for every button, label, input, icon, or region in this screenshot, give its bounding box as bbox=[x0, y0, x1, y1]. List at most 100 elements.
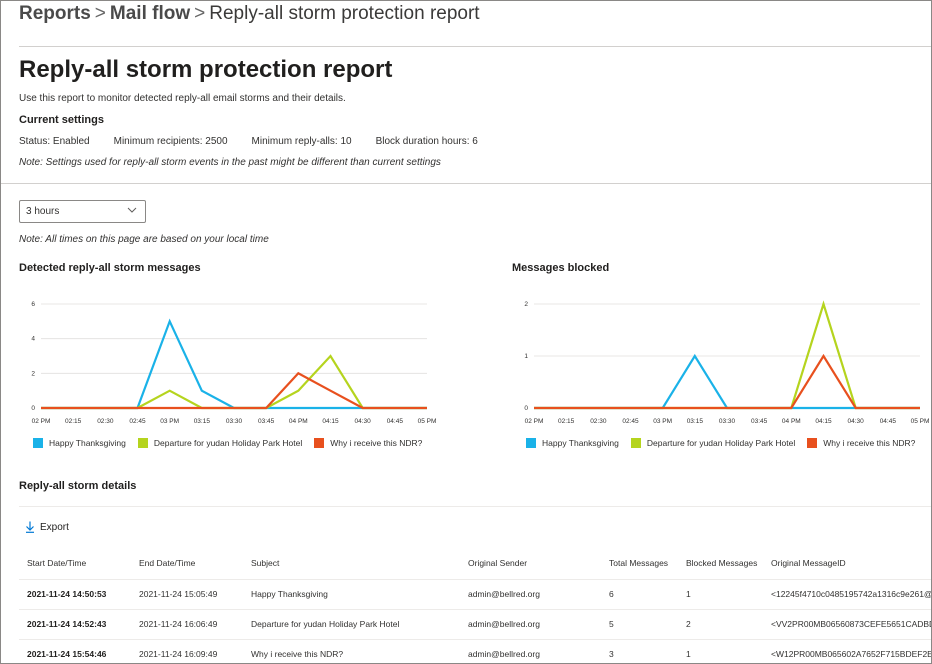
column-header-end-time[interactable]: End Date/Time bbox=[131, 547, 243, 580]
report-page: Reports > Mail flow > Reply-all storm protec… bbox=[0, 0, 932, 664]
cell-total-messages: 5 bbox=[601, 609, 678, 640]
x-tick-label: 03:15 bbox=[194, 418, 211, 425]
chevron-down-icon bbox=[127, 207, 137, 213]
x-tick-label: 04:30 bbox=[848, 418, 865, 425]
legend-item-happy-thanksgiving[interactable]: Happy Thanksgiving bbox=[526, 438, 619, 448]
chart-title-detected: Detected reply-all storm messages bbox=[19, 262, 201, 274]
setting-block-duration: Block duration hours: 6 bbox=[375, 136, 478, 147]
legend-item-departure[interactable]: Departure for yudan Holiday Park Hotel bbox=[630, 438, 796, 448]
settings-row: Status: Enabled Minimum recipients: 2500… bbox=[19, 136, 502, 147]
page-title: Reply-all storm protection report bbox=[19, 56, 393, 83]
legend-item-ndr[interactable]: Why i receive this NDR? bbox=[314, 438, 422, 448]
cell-subject: Happy Thanksgiving bbox=[243, 579, 460, 610]
chart-title-blocked: Messages blocked bbox=[512, 262, 610, 274]
table-row[interactable]: 2021-11-24 15:54:46 2021-11-24 16:09:49 … bbox=[19, 639, 931, 663]
y-tick-label: 0 bbox=[31, 405, 35, 412]
breadcrumb-reports-link[interactable]: Reports bbox=[19, 3, 91, 24]
column-header-blocked-messages[interactable]: Blocked Messages bbox=[678, 547, 763, 580]
legend-label: Departure for yudan Holiday Park Hotel bbox=[646, 438, 796, 448]
y-tick-label: 4 bbox=[31, 336, 35, 343]
column-header-sender[interactable]: Original Sender bbox=[460, 547, 601, 580]
y-tick-label: 1 bbox=[524, 353, 528, 360]
settings-divider bbox=[1, 183, 931, 184]
legend-swatch bbox=[807, 438, 818, 448]
cell-sender: admin@bellred.org bbox=[460, 639, 601, 663]
detected-messages-chart: 0 2 4 6 02 PM 02:15 02:30 02:45 03 PM 03:15 03:30 0… bbox=[31, 301, 437, 425]
setting-minimum-reply-alls: Minimum reply-alls: 10 bbox=[251, 136, 352, 147]
legend-label: Why i receive this NDR? bbox=[823, 438, 916, 448]
cell-start-time: 2021-11-24 15:54:46 bbox=[19, 639, 131, 663]
page-description: Use this report to monitor detected repl… bbox=[19, 93, 346, 104]
cell-blocked-messages: 2 bbox=[678, 609, 763, 640]
table-row[interactable]: 2021-11-24 14:50:53 2021-11-24 15:05:49 … bbox=[19, 579, 931, 610]
column-header-total-messages[interactable]: Total Messages bbox=[601, 547, 678, 580]
cell-total-messages: 6 bbox=[601, 579, 678, 610]
column-header-message-id[interactable]: Original MessageID bbox=[763, 547, 931, 580]
x-tick-label: 04:30 bbox=[355, 418, 372, 425]
x-tick-label: 03:15 bbox=[687, 418, 704, 425]
setting-status: Status: Enabled bbox=[19, 136, 90, 147]
current-settings-heading: Current settings bbox=[19, 114, 104, 126]
legend-label: Happy Thanksgiving bbox=[49, 438, 126, 448]
header-divider bbox=[19, 46, 931, 47]
x-tick-label: 02:30 bbox=[97, 418, 114, 425]
table-header-row: Start Date/Time End Date/Time Subject Or… bbox=[19, 547, 931, 580]
details-divider bbox=[19, 506, 931, 507]
legend-item-departure[interactable]: Departure for yudan Holiday Park Hotel bbox=[137, 438, 302, 448]
breadcrumb: Reports > Mail flow > Reply-all storm protec… bbox=[19, 3, 480, 25]
x-tick-label: 05 PM bbox=[418, 418, 437, 425]
setting-minimum-recipients: Minimum recipients: 2500 bbox=[113, 136, 228, 147]
cell-message-id: <VV2PR00MB06560873CEFE5651CADBD47 bbox=[763, 609, 931, 640]
x-tick-label: 04:45 bbox=[387, 418, 404, 425]
y-tick-label: 2 bbox=[524, 301, 528, 308]
x-tick-label: 04:45 bbox=[880, 418, 897, 425]
cell-subject: Why i receive this NDR? bbox=[243, 639, 460, 663]
export-label: Export bbox=[40, 521, 69, 533]
x-tick-label: 02:45 bbox=[622, 418, 639, 425]
x-tick-label: 02 PM bbox=[32, 418, 51, 425]
legend-item-ndr[interactable]: Why i receive this NDR? bbox=[807, 438, 915, 448]
blocked-chart-legend: Happy Thanksgiving Departure for yudan H… bbox=[526, 438, 927, 448]
cell-sender: admin@bellred.org bbox=[460, 579, 601, 610]
legend-swatch bbox=[526, 438, 536, 448]
y-tick-label: 2 bbox=[31, 370, 35, 377]
details-heading: Reply-all storm details bbox=[19, 480, 137, 492]
breadcrumb-current: Reply-all storm protection report bbox=[209, 3, 480, 24]
x-tick-label: 05 PM bbox=[911, 418, 930, 425]
table-row[interactable]: 2021-11-24 14:52:43 2021-11-24 16:06:49 … bbox=[19, 609, 931, 640]
y-tick-label: 6 bbox=[31, 301, 35, 308]
legend-item-happy-thanksgiving[interactable]: Happy Thanksgiving bbox=[33, 438, 126, 448]
details-table: Start Date/Time End Date/Time Subject Or… bbox=[19, 547, 931, 663]
legend-swatch bbox=[630, 438, 641, 448]
breadcrumb-separator: > bbox=[94, 3, 106, 24]
time-range-value: 3 hours bbox=[26, 206, 60, 217]
series-line-3 bbox=[534, 353, 920, 410]
cell-blocked-messages: 1 bbox=[678, 639, 763, 663]
cell-message-id: <12245f4710c0485195742a1316c9e261@E bbox=[763, 579, 931, 610]
y-tick-label: 0 bbox=[524, 405, 528, 412]
x-tick-label: 02 PM bbox=[525, 418, 544, 425]
cell-end-time: 2021-11-24 15:05:49 bbox=[131, 579, 243, 610]
cell-total-messages: 3 bbox=[601, 639, 678, 663]
x-tick-label: 04:15 bbox=[322, 418, 339, 425]
x-tick-label: 03 PM bbox=[653, 418, 672, 425]
legend-swatch bbox=[137, 438, 148, 448]
breadcrumb-mail-flow-link[interactable]: Mail flow bbox=[110, 3, 190, 24]
series-line-2 bbox=[41, 354, 427, 410]
column-header-subject[interactable]: Subject bbox=[243, 547, 460, 580]
messages-blocked-chart: 0 1 2 02 PM 02:15 02:30 02:45 03 PM 03:15 03:30 03… bbox=[524, 300, 930, 425]
breadcrumb-separator: > bbox=[194, 3, 206, 24]
time-range-dropdown[interactable]: 3 hours bbox=[19, 200, 146, 223]
x-tick-label: 03:45 bbox=[258, 418, 275, 425]
column-header-start-time[interactable]: Start Date/Time bbox=[19, 547, 131, 580]
legend-label: Why i receive this NDR? bbox=[330, 438, 423, 448]
timezone-note: Note: All times on this page are based o… bbox=[19, 234, 269, 245]
export-button[interactable]: Export bbox=[25, 521, 69, 533]
x-tick-label: 03:30 bbox=[226, 418, 243, 425]
cell-subject: Departure for yudan Holiday Park Hotel bbox=[243, 609, 460, 640]
series-line-1 bbox=[41, 318, 427, 410]
x-tick-label: 04:15 bbox=[815, 418, 832, 425]
cell-end-time: 2021-11-24 16:06:49 bbox=[131, 609, 243, 640]
series-line-3 bbox=[41, 371, 427, 410]
legend-swatch bbox=[314, 438, 325, 448]
